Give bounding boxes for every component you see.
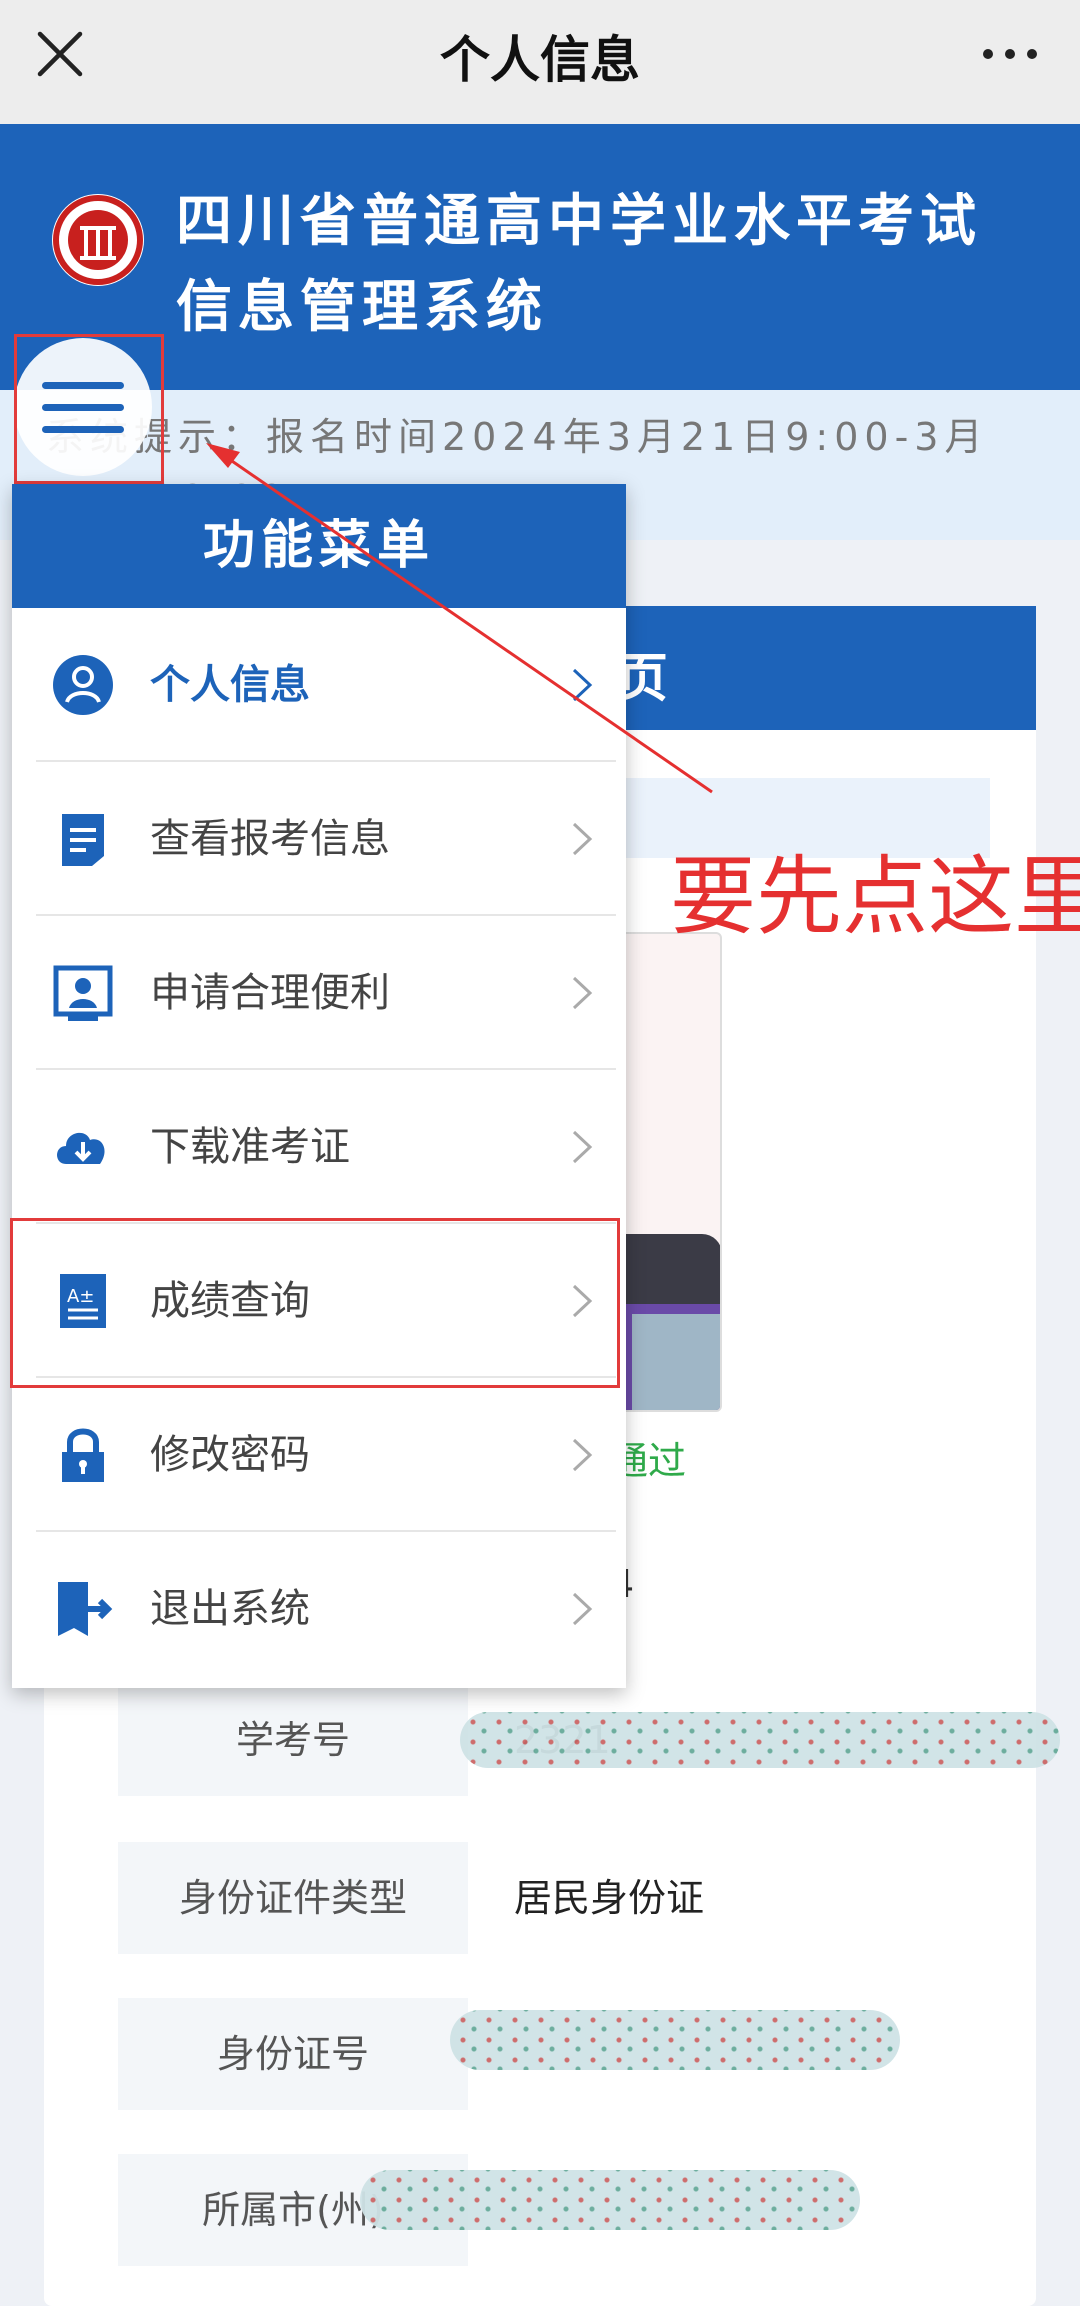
menu-item-logout[interactable]: 退出系统 <box>12 1532 626 1686</box>
chevron-right-icon <box>572 1592 593 1626</box>
info-label: 学考号 <box>118 1684 468 1796</box>
document-icon <box>62 814 104 866</box>
menu-item-change-password[interactable]: 修改密码 <box>12 1378 626 1532</box>
menu-title: 功能菜单 <box>12 484 626 608</box>
menu-item-label: 退出系统 <box>150 1586 310 1632</box>
user-icon <box>53 655 113 715</box>
chevron-right-icon <box>572 822 593 856</box>
info-value: 居民身份证 <box>514 1876 705 1920</box>
header-title-line1: 四川省普通高中学业水平考试 <box>176 189 982 254</box>
menu-item-label: 个人信息 <box>150 662 310 708</box>
info-row-id-type: 身份证件类型 居民身份证 <box>118 1842 988 1954</box>
logo-emblem-icon <box>52 194 144 286</box>
redaction-mark <box>360 2170 860 2230</box>
redaction-mark <box>460 1712 1060 1768</box>
menu-item-accommodation[interactable]: 申请合理便利 <box>12 916 626 1070</box>
info-label: 身份证号 <box>118 1998 468 2110</box>
side-menu: 功能菜单 个人信息 查看报考信息 申请合理便利 下载准考证 A± 成绩查询 修改… <box>12 484 626 1688</box>
top-bar: 个人信息 <box>0 0 1080 124</box>
chevron-right-icon <box>572 976 593 1010</box>
menu-item-label: 修改密码 <box>150 1432 310 1478</box>
notice-text: 系统提示：报名时间2024年3月21日9:00-3月 <box>46 415 989 459</box>
header-title-line2: 信息管理系统 <box>176 275 548 340</box>
redaction-mark <box>450 2010 900 2070</box>
more-icon[interactable] <box>980 36 1040 72</box>
lock-icon <box>62 1428 104 1482</box>
highlight-box-menu-toggle <box>14 334 164 484</box>
portrait-icon <box>53 965 113 1021</box>
chevron-right-icon <box>572 1130 593 1164</box>
menu-item-view-registration[interactable]: 查看报考信息 <box>12 762 626 916</box>
highlight-box-score-query <box>10 1218 620 1388</box>
cloud-download-icon <box>57 1132 105 1164</box>
chevron-right-icon <box>572 1438 593 1472</box>
menu-item-download-admission[interactable]: 下载准考证 <box>12 1070 626 1224</box>
menu-item-personal-info[interactable]: 个人信息 <box>12 608 626 762</box>
menu-item-label: 申请合理便利 <box>150 970 390 1016</box>
info-label: 身份证件类型 <box>118 1842 468 1954</box>
menu-item-label: 查看报考信息 <box>150 816 390 862</box>
annotation-text: 要先点这里 <box>670 847 1080 947</box>
chevron-right-icon <box>572 668 593 702</box>
menu-item-label: 下载准考证 <box>150 1124 350 1170</box>
exit-icon <box>58 1582 113 1636</box>
page-title: 个人信息 <box>440 31 640 89</box>
